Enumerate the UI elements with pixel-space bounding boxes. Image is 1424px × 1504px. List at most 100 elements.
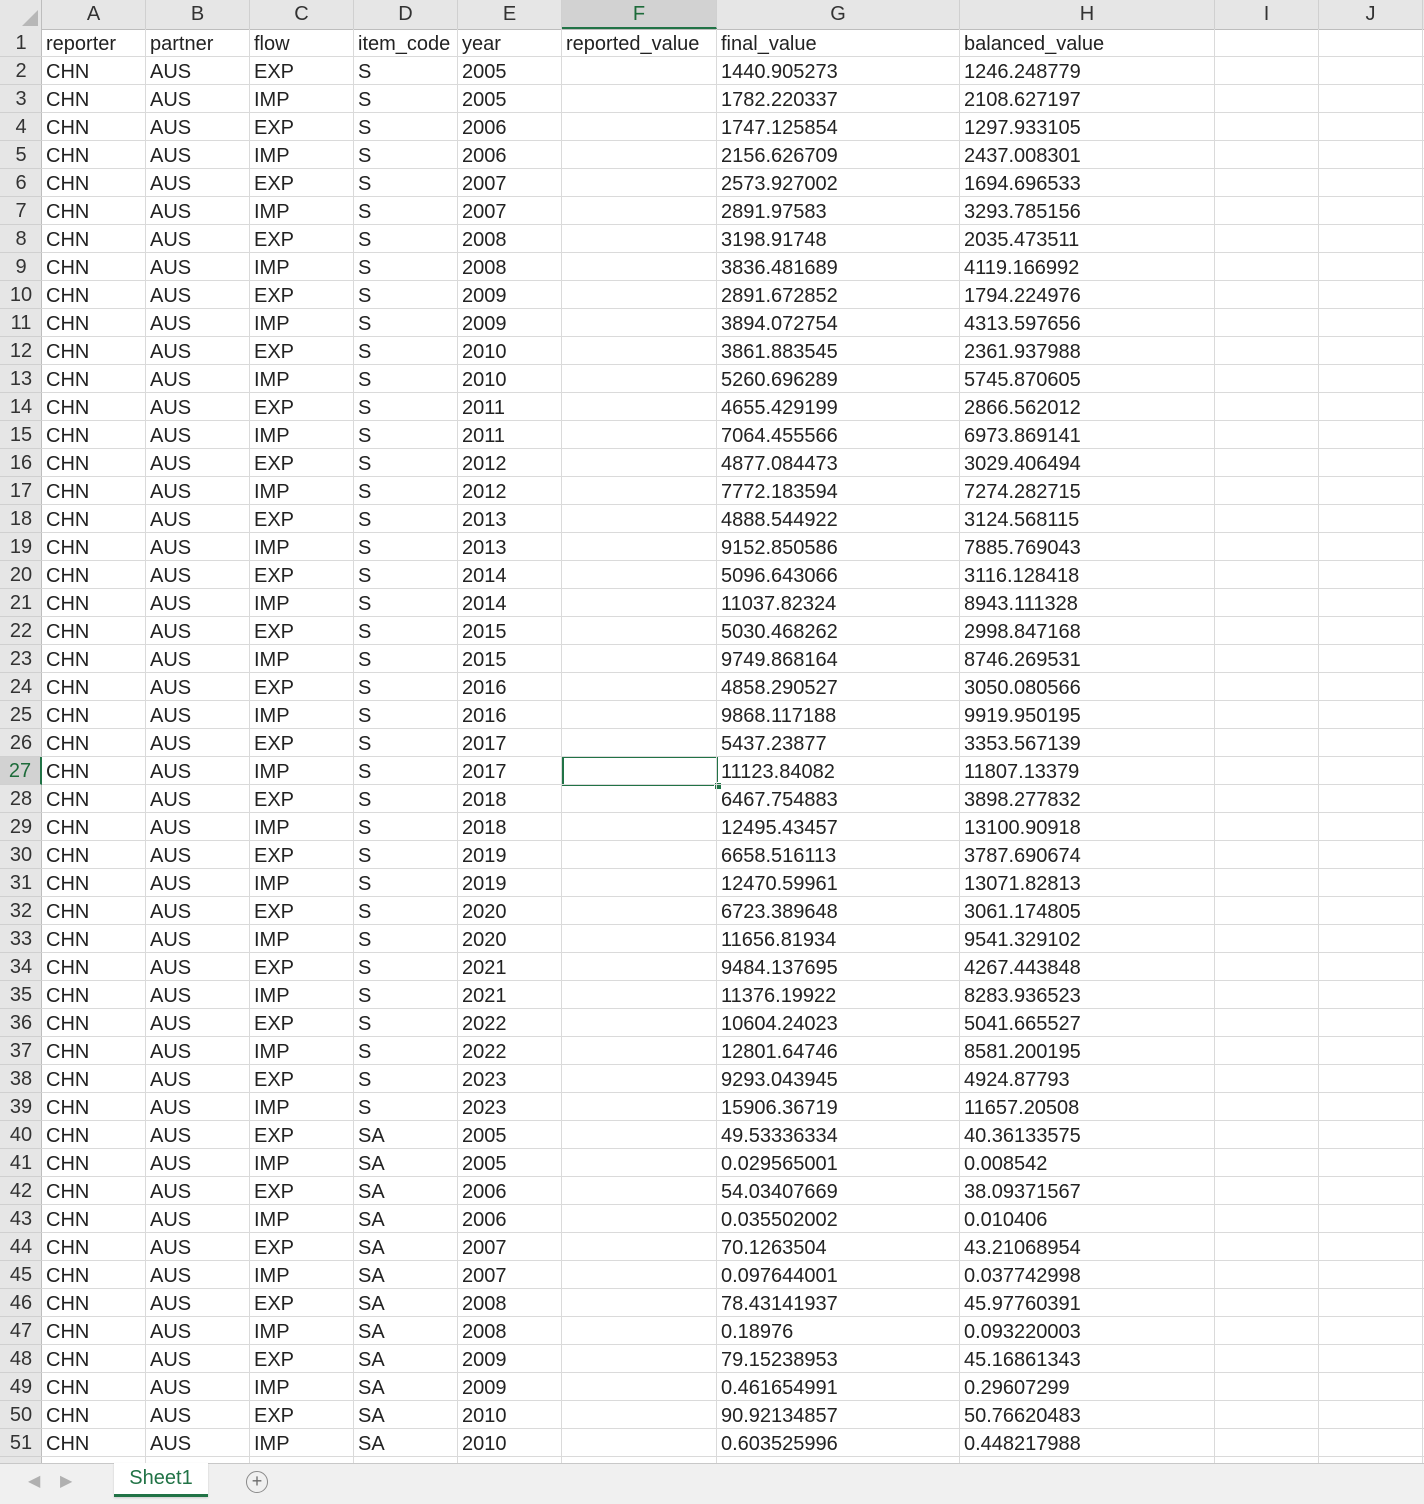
cell-c45[interactable]: IMP	[250, 1261, 354, 1289]
cell-b29[interactable]: AUS	[146, 813, 250, 841]
cell-e2[interactable]: 2005	[458, 57, 562, 85]
cell-g45[interactable]: 0.097644001	[717, 1261, 960, 1289]
cell-e48[interactable]: 2009	[458, 1345, 562, 1373]
cell-h23[interactable]: 8746.269531	[960, 645, 1215, 673]
cell-b38[interactable]: AUS	[146, 1065, 250, 1093]
cell-a40[interactable]: CHN	[42, 1121, 146, 1149]
row-header-3[interactable]: 3	[0, 85, 42, 113]
cell-g37[interactable]: 12801.64746	[717, 1037, 960, 1065]
cell-d14[interactable]: S	[354, 393, 458, 421]
cell-f32[interactable]	[562, 897, 717, 925]
cell-f10[interactable]	[562, 281, 717, 309]
cell-a33[interactable]: CHN	[42, 925, 146, 953]
cell-c32[interactable]: EXP	[250, 897, 354, 925]
cell-a27[interactable]: CHN	[42, 757, 146, 785]
cell-a12[interactable]: CHN	[42, 337, 146, 365]
cell-c34[interactable]: EXP	[250, 953, 354, 981]
row-header-49[interactable]: 49	[0, 1373, 42, 1401]
cell-g7[interactable]: 2891.97583	[717, 197, 960, 225]
cell-d10[interactable]: S	[354, 281, 458, 309]
cell-e43[interactable]: 2006	[458, 1205, 562, 1233]
cell-a6[interactable]: CHN	[42, 169, 146, 197]
cell-e9[interactable]: 2008	[458, 253, 562, 281]
cell-d46[interactable]: SA	[354, 1289, 458, 1317]
cell-c4[interactable]: EXP	[250, 113, 354, 141]
cell-c17[interactable]: IMP	[250, 477, 354, 505]
cell-b8[interactable]: AUS	[146, 225, 250, 253]
cell-d35[interactable]: S	[354, 981, 458, 1009]
cell-c1[interactable]: flow	[250, 29, 354, 57]
cell-a24[interactable]: CHN	[42, 673, 146, 701]
row-header-30[interactable]: 30	[0, 841, 42, 869]
column-header-f[interactable]: F	[562, 0, 717, 29]
row-header-2[interactable]: 2	[0, 57, 42, 85]
row-header-14[interactable]: 14	[0, 393, 42, 421]
column-header-g[interactable]: G	[717, 0, 960, 29]
cell-f16[interactable]	[562, 449, 717, 477]
cell-f33[interactable]	[562, 925, 717, 953]
cell-e37[interactable]: 2022	[458, 1037, 562, 1065]
cell-c51[interactable]: IMP	[250, 1429, 354, 1457]
cell-h21[interactable]: 8943.111328	[960, 589, 1215, 617]
row-header-15[interactable]: 15	[0, 421, 42, 449]
cell-b22[interactable]: AUS	[146, 617, 250, 645]
cell-e24[interactable]: 2016	[458, 673, 562, 701]
cell-h37[interactable]: 8581.200195	[960, 1037, 1215, 1065]
row-header-50[interactable]: 50	[0, 1401, 42, 1429]
cell-d19[interactable]: S	[354, 533, 458, 561]
cell-c40[interactable]: EXP	[250, 1121, 354, 1149]
cell-a39[interactable]: CHN	[42, 1093, 146, 1121]
cell-a19[interactable]: CHN	[42, 533, 146, 561]
row-header-11[interactable]: 11	[0, 309, 42, 337]
cell-d6[interactable]: S	[354, 169, 458, 197]
cell-h26[interactable]: 3353.567139	[960, 729, 1215, 757]
cell-b7[interactable]: AUS	[146, 197, 250, 225]
cell-e49[interactable]: 2009	[458, 1373, 562, 1401]
cell-b10[interactable]: AUS	[146, 281, 250, 309]
cell-g24[interactable]: 4858.290527	[717, 673, 960, 701]
cell-d48[interactable]: SA	[354, 1345, 458, 1373]
cell-e25[interactable]: 2016	[458, 701, 562, 729]
cell-c25[interactable]: IMP	[250, 701, 354, 729]
cell-b44[interactable]: AUS	[146, 1233, 250, 1261]
cell-e5[interactable]: 2006	[458, 141, 562, 169]
cell-b15[interactable]: AUS	[146, 421, 250, 449]
cell-c39[interactable]: IMP	[250, 1093, 354, 1121]
cell-g29[interactable]: 12495.43457	[717, 813, 960, 841]
cell-f23[interactable]	[562, 645, 717, 673]
cell-a7[interactable]: CHN	[42, 197, 146, 225]
row-header-4[interactable]: 4	[0, 113, 42, 141]
row-header-35[interactable]: 35	[0, 981, 42, 1009]
cell-h29[interactable]: 13100.90918	[960, 813, 1215, 841]
cell-g17[interactable]: 7772.183594	[717, 477, 960, 505]
cell-b1[interactable]: partner	[146, 29, 250, 57]
row-header-51[interactable]: 51	[0, 1429, 42, 1457]
cell-f18[interactable]	[562, 505, 717, 533]
row-header-7[interactable]: 7	[0, 197, 42, 225]
cell-f2[interactable]	[562, 57, 717, 85]
column-header-j[interactable]: J	[1319, 0, 1423, 29]
cell-d2[interactable]: S	[354, 57, 458, 85]
cell-e40[interactable]: 2005	[458, 1121, 562, 1149]
row-header-37[interactable]: 37	[0, 1037, 42, 1065]
cell-h49[interactable]: 0.29607299	[960, 1373, 1215, 1401]
cell-d22[interactable]: S	[354, 617, 458, 645]
row-header-38[interactable]: 38	[0, 1065, 42, 1093]
cell-g16[interactable]: 4877.084473	[717, 449, 960, 477]
cell-f39[interactable]	[562, 1093, 717, 1121]
cell-d25[interactable]: S	[354, 701, 458, 729]
cell-f36[interactable]	[562, 1009, 717, 1037]
cell-h4[interactable]: 1297.933105	[960, 113, 1215, 141]
cell-d31[interactable]: S	[354, 869, 458, 897]
cell-e28[interactable]: 2018	[458, 785, 562, 813]
cell-b32[interactable]: AUS	[146, 897, 250, 925]
cell-h27[interactable]: 11807.13379	[960, 757, 1215, 785]
cell-e42[interactable]: 2006	[458, 1177, 562, 1205]
cell-d29[interactable]: S	[354, 813, 458, 841]
cell-a51[interactable]: CHN	[42, 1429, 146, 1457]
cell-e8[interactable]: 2008	[458, 225, 562, 253]
cell-c30[interactable]: EXP	[250, 841, 354, 869]
cell-e31[interactable]: 2019	[458, 869, 562, 897]
cell-b3[interactable]: AUS	[146, 85, 250, 113]
cell-d30[interactable]: S	[354, 841, 458, 869]
